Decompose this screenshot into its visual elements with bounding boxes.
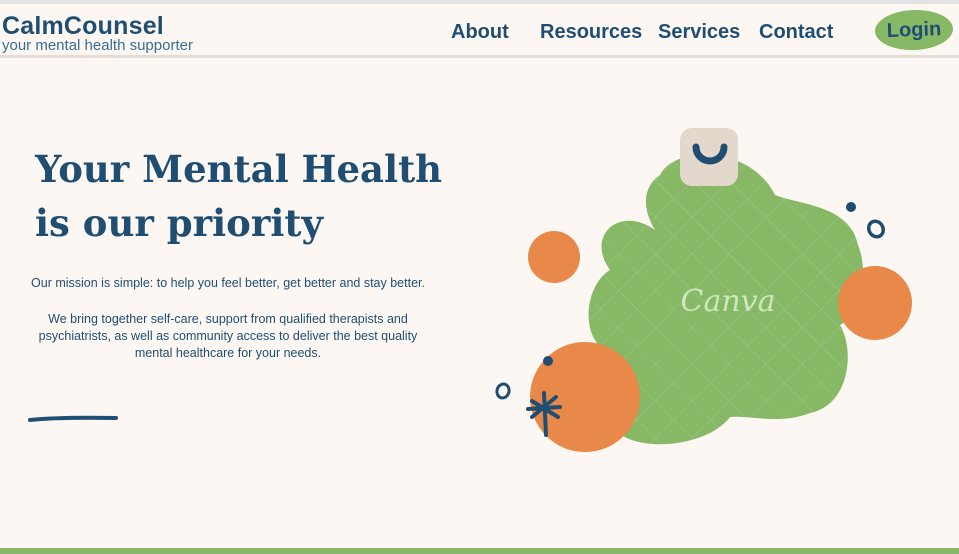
orange-circle-small xyxy=(528,231,580,283)
nav-services[interactable]: Services xyxy=(658,20,740,44)
hero-title-line-1: Your Mental Health xyxy=(35,147,443,191)
site-header: CalmCounsel your mental health supporter… xyxy=(0,4,959,58)
hero-title-line-2: is our priority xyxy=(35,201,323,245)
orange-circle-right xyxy=(838,266,912,340)
mission-paragraph-2: We bring together self-care, support fro… xyxy=(38,312,418,360)
hero-illustration: Canva xyxy=(495,128,912,452)
nav-contact[interactable]: Contact xyxy=(759,20,833,44)
nav-about[interactable]: About xyxy=(451,20,509,44)
hero-title: Your Mental Health is our priority xyxy=(35,142,455,250)
mission-paragraph-1: Our mission is simple: to help you feel … xyxy=(31,276,425,290)
mission-text: Our mission is simple: to help you feel … xyxy=(20,275,436,381)
beige-tile xyxy=(680,128,738,186)
main-nav: About Resources Services Contact xyxy=(0,20,959,46)
bottom-bar xyxy=(0,548,959,554)
nav-resources[interactable]: Resources xyxy=(540,20,642,44)
decorative-underline xyxy=(28,415,118,422)
canva-watermark: Canva xyxy=(681,284,776,319)
